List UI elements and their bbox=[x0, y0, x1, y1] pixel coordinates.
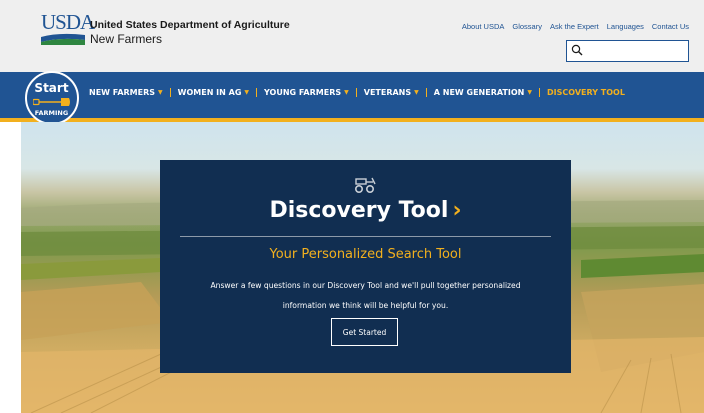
nav-item-young-farmers[interactable]: YOUNG FARMERS ▼ bbox=[256, 88, 356, 97]
nav-item-label: YOUNG FARMERS bbox=[264, 88, 342, 97]
contact-us-link[interactable]: Contact Us bbox=[652, 22, 689, 31]
discovery-tool-card: Discovery Tool › Your Personalized Search… bbox=[160, 160, 571, 373]
shovel-icon bbox=[33, 98, 70, 106]
search-box[interactable] bbox=[566, 40, 689, 62]
card-description: Answer a few questions in our Discovery … bbox=[210, 281, 521, 310]
agency-name: United States Department of Agriculture bbox=[90, 19, 290, 31]
nav-item-label: DISCOVERY TOOL bbox=[547, 88, 625, 97]
usda-logo[interactable]: USDA bbox=[41, 12, 95, 46]
nav-item-label: NEW FARMERS bbox=[89, 88, 156, 97]
chevron-down-icon: ▼ bbox=[158, 89, 163, 96]
tractor-icon bbox=[354, 177, 376, 194]
search-input[interactable] bbox=[587, 43, 685, 59]
usda-logo-text: USDA bbox=[41, 10, 95, 34]
logo-word-farming: FARMING bbox=[34, 109, 69, 117]
start-farming-logo[interactable]: Start FARMING bbox=[25, 71, 79, 125]
chevron-down-icon: ▼ bbox=[244, 89, 250, 96]
main-nav: NEW FARMERS ▼ WOMEN IN AG ▼ YOUNG FARMER… bbox=[0, 72, 704, 118]
main-nav-items: NEW FARMERS ▼ WOMEN IN AG ▼ YOUNG FARMER… bbox=[89, 88, 632, 97]
nav-item-new-farmers[interactable]: NEW FARMERS ▼ bbox=[89, 88, 170, 97]
chevron-right-icon: › bbox=[452, 198, 462, 223]
card-subtitle: Your Personalized Search Tool bbox=[269, 247, 462, 262]
languages-link[interactable]: Languages bbox=[607, 22, 644, 31]
chevron-down-icon: ▼ bbox=[527, 89, 532, 96]
nav-item-women-in-ag[interactable]: WOMEN IN AG ▼ bbox=[169, 88, 256, 97]
site-header: USDA United States Department of Agricul… bbox=[0, 0, 704, 72]
logo-word-start: Start bbox=[34, 81, 69, 95]
site-name[interactable]: New Farmers bbox=[90, 32, 162, 46]
nav-item-label: VETERANS bbox=[363, 88, 412, 97]
nav-item-veterans[interactable]: VETERANS ▼ bbox=[355, 88, 426, 97]
chevron-down-icon: ▼ bbox=[414, 89, 419, 96]
chevron-down-icon: ▼ bbox=[344, 89, 349, 96]
get-started-button[interactable]: Get Started bbox=[331, 318, 398, 346]
nav-item-label: WOMEN IN AG bbox=[177, 88, 242, 97]
utility-nav: About USDA Glossary Ask the Expert Langu… bbox=[462, 22, 689, 31]
card-title-text: Discovery Tool bbox=[269, 198, 449, 223]
nav-item-discovery-tool[interactable]: DISCOVERY TOOL bbox=[539, 88, 632, 97]
usda-swoosh-icon bbox=[41, 33, 85, 45]
ask-the-expert-link[interactable]: Ask the Expert bbox=[550, 22, 599, 31]
divider bbox=[180, 236, 551, 237]
card-title[interactable]: Discovery Tool › bbox=[160, 198, 571, 223]
nav-item-a-new-generation[interactable]: A NEW GENERATION ▼ bbox=[425, 88, 539, 97]
search-icon[interactable] bbox=[571, 44, 583, 56]
glossary-link[interactable]: Glossary bbox=[512, 22, 542, 31]
about-usda-link[interactable]: About USDA bbox=[462, 22, 505, 31]
nav-item-label: A NEW GENERATION bbox=[433, 88, 525, 97]
